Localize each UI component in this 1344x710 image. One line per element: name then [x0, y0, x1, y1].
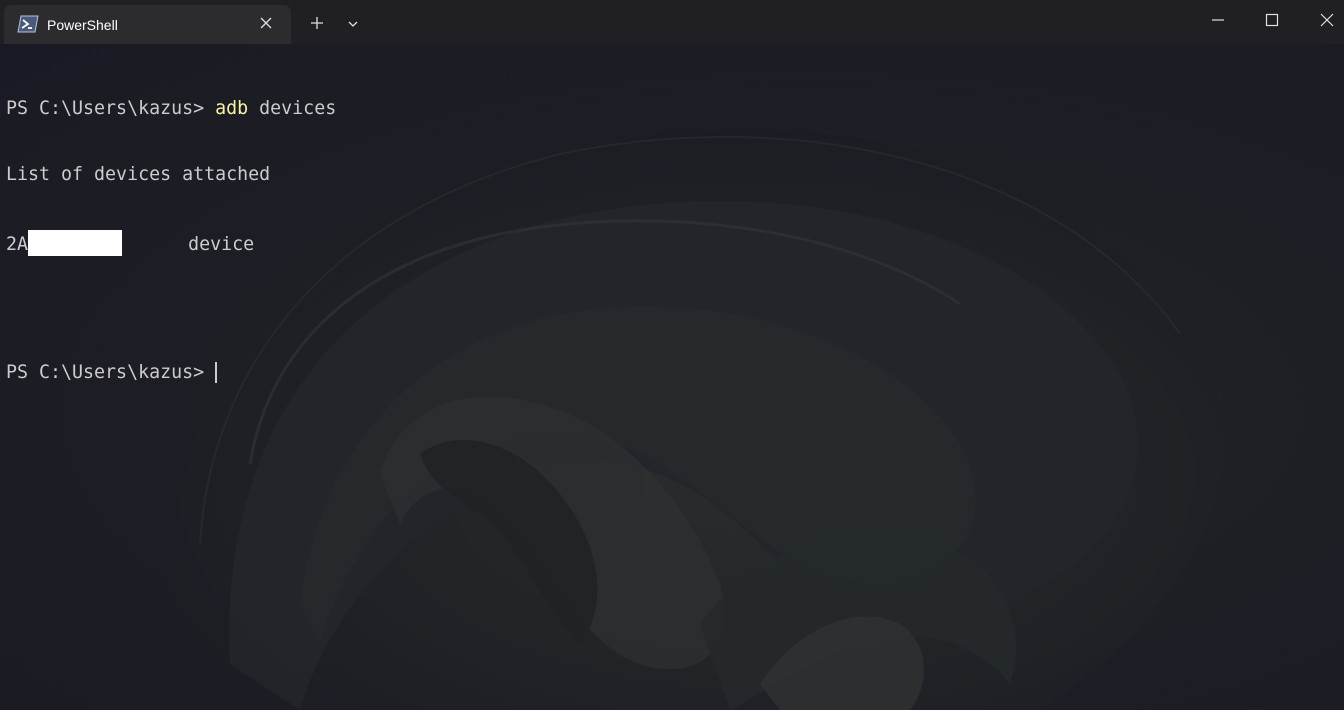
close-icon [1320, 13, 1334, 27]
device-line: 2A device [6, 230, 336, 256]
close-tab-icon[interactable] [256, 13, 276, 33]
new-tab-button[interactable] [302, 10, 332, 36]
maximize-button[interactable] [1245, 0, 1299, 40]
tab-title: PowerShell [47, 17, 118, 33]
title-bar[interactable]: PowerShell [0, 0, 1344, 44]
command-args: devices [248, 98, 337, 119]
output-line: List of devices attached [6, 164, 271, 185]
prompt: PS C:\Users\kazus> [6, 98, 216, 119]
tab-powershell[interactable]: PowerShell [4, 5, 291, 44]
text-cursor [215, 362, 218, 383]
prompt-line[interactable]: PS C:\Users\kazus> [6, 362, 336, 384]
device-serial: 2A [6, 234, 29, 255]
plus-icon [311, 17, 323, 29]
powershell-icon [17, 15, 39, 33]
maximize-icon [1265, 13, 1279, 27]
command-line: PS C:\Users\kazus> adb devices [6, 98, 336, 120]
prompt: PS C:\Users\kazus> [6, 362, 216, 383]
command-name: adb [215, 98, 249, 119]
close-window-button[interactable] [1300, 0, 1344, 40]
tab-dropdown-button[interactable] [340, 12, 366, 36]
terminal-output[interactable]: PS C:\Users\kazus> adb devices List of d… [6, 54, 336, 428]
terminal-window: PowerShell PS C:\Users\kazus> adb device… [0, 0, 1344, 710]
chevron-down-icon [348, 21, 358, 27]
minimize-button[interactable] [1191, 0, 1245, 40]
spacing [122, 234, 188, 255]
redacted-serial [28, 230, 123, 256]
minimize-icon [1212, 19, 1224, 21]
terminal-pane[interactable]: PS C:\Users\kazus> adb devices List of d… [0, 44, 1344, 710]
device-state: device [188, 234, 255, 255]
